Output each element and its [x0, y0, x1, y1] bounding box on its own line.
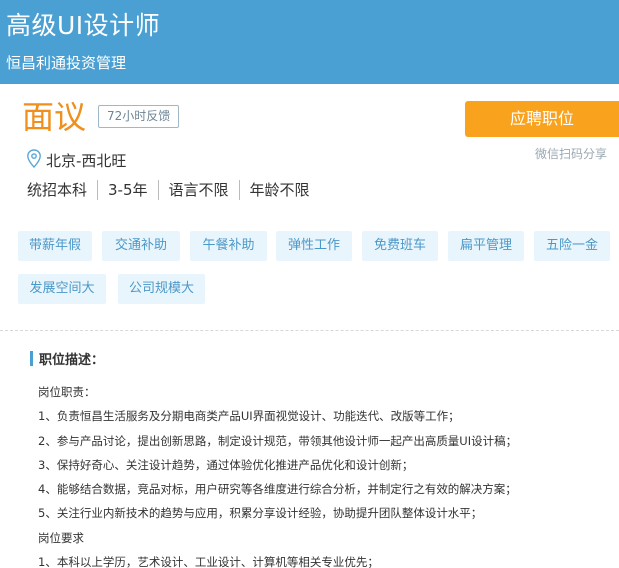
company-name[interactable]: 恒昌利通投资管理 [6, 52, 126, 73]
location-pin-icon [26, 149, 46, 172]
requirement-education: 统招本科 [27, 181, 88, 199]
job-description-heading: 职位描述： [30, 349, 104, 368]
job-description: 岗位职责： 1、负责恒昌生活服务及分期电商类产品UI界面视觉设计、功能迭代、改版… [38, 380, 613, 568]
feedback-badge: 72小时反馈 [98, 105, 180, 128]
benefit-tag: 公司规模大 [118, 274, 205, 304]
benefit-tag: 弹性工作 [276, 231, 352, 261]
benefit-tag: 交通补助 [102, 231, 180, 261]
heading-accent-bar [30, 351, 33, 366]
description-line: 岗位职责： [38, 385, 96, 399]
benefit-tag: 扁平管理 [448, 231, 524, 261]
job-title: 高级UI设计师 [6, 11, 161, 40]
job-header: 高级UI设计师 恒昌利通投资管理 [0, 0, 619, 84]
requirement-age: 年龄不限 [238, 180, 320, 200]
benefit-tag: 带薪年假 [18, 231, 92, 261]
section-divider [0, 330, 619, 331]
requirement-language: 语言不限 [157, 180, 239, 200]
location-text: 北京-西北旺 [46, 152, 127, 170]
description-line: 1、负责恒昌生活服务及分期电商类产品UI界面视觉设计、功能迭代、改版等工作； [38, 409, 460, 424]
description-line: 2、参与产品讨论，提出创新思路，制定设计规范，带领其他设计师一起产出高质量UI设… [38, 433, 518, 448]
job-description-title: 职位描述： [39, 353, 105, 368]
benefit-tag: 发展空间大 [18, 274, 106, 304]
description-line: 4、能够结合数据，竞品对标，用户研究等各维度进行综合分析，并制定行之有效的解决方… [38, 482, 517, 497]
description-line: 5、关注行业内新技术的趋势与应用，积累分享设计经验，协助提升团队整体设计水平； [38, 506, 483, 521]
apply-button[interactable]: 应聘职位 [465, 101, 619, 137]
description-line: 岗位要求 [38, 530, 84, 545]
description-line: 3、保持好奇心、关注设计趋势，通过体验优化推进产品优化和设计创新； [38, 457, 414, 472]
requirement-experience: 3-5年 [97, 180, 158, 200]
description-line: 1、本科以上学历，艺术设计、工业设计、计算机等相关专业优先； [38, 555, 379, 568]
salary: 面议 [22, 98, 87, 136]
benefit-tag: 五险一金 [534, 231, 610, 261]
benefit-tag: 免费班车 [362, 231, 438, 261]
benefit-tag: 午餐补助 [190, 231, 267, 261]
requirements: 统招本科 3-5年 语言不限 年龄不限 [27, 180, 320, 200]
wechat-share-link[interactable]: 微信扫码分享 [535, 145, 607, 162]
location: 北京-西北旺 [26, 149, 126, 172]
